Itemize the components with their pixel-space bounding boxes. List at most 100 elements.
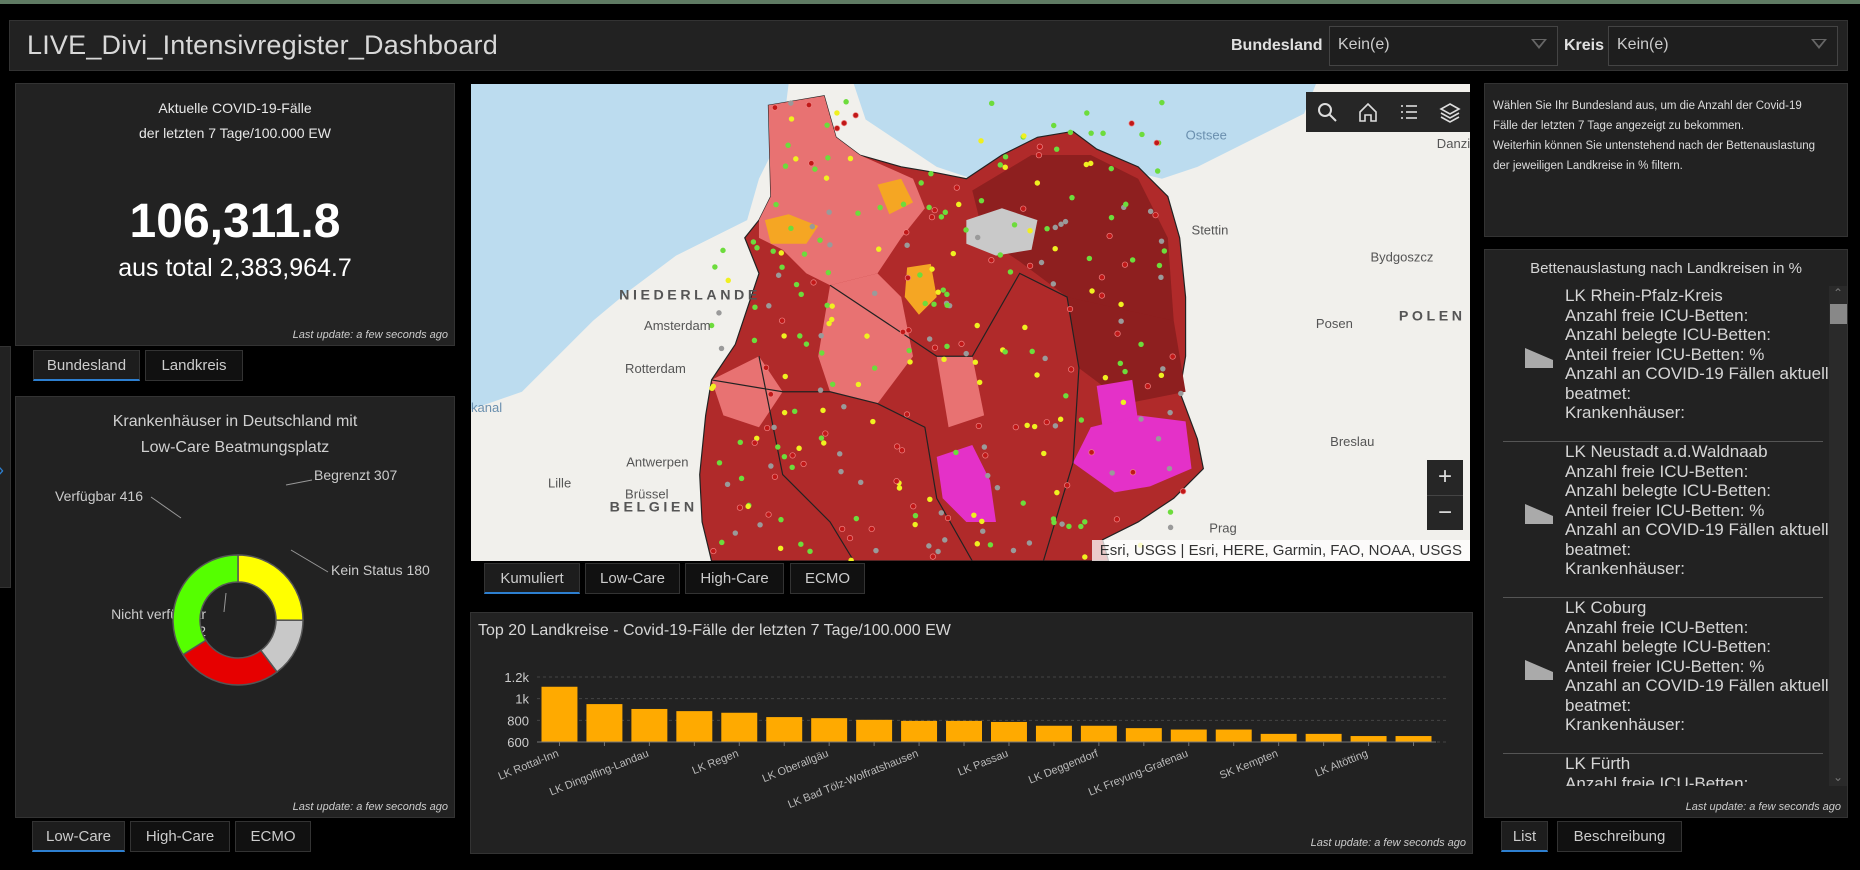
layers-icon[interactable] xyxy=(1438,101,1461,123)
tab-low-care[interactable]: Low-Care xyxy=(585,563,680,594)
kreis-select[interactable]: Kein(e) xyxy=(1608,26,1838,66)
zoom-out-button[interactable]: − xyxy=(1427,495,1463,530)
hospital-point xyxy=(720,247,726,254)
hospital-point xyxy=(953,184,960,191)
scroll-down-icon[interactable]: ⌄ xyxy=(1833,770,1843,784)
tab-kumuliert[interactable]: Kumuliert xyxy=(484,563,580,594)
tab-low-care[interactable]: Low-Care xyxy=(32,821,125,852)
donut-slice-begrenzt[interactable] xyxy=(237,554,304,622)
tab-high-care[interactable]: High-Care xyxy=(130,821,230,852)
map-label: kanal xyxy=(471,400,502,415)
map-view[interactable]: Ostsee Danzig Stettin Bydgoszcz Amsterda… xyxy=(471,84,1470,561)
hospital-point xyxy=(877,204,883,211)
info-line: Weiterhin können Sie untenstehend nach d… xyxy=(1493,140,1816,152)
hospital-point xyxy=(868,525,875,533)
bar[interactable] xyxy=(1395,736,1432,742)
last-update: Last update: a few seconds ago xyxy=(292,329,448,341)
bar[interactable] xyxy=(946,720,983,742)
hospital-point xyxy=(781,453,788,460)
bar[interactable] xyxy=(766,717,803,742)
tab-landkreis[interactable]: Landkreis xyxy=(145,350,243,381)
leader-line xyxy=(290,549,329,573)
bar[interactable] xyxy=(631,708,668,742)
bar[interactable] xyxy=(856,719,893,742)
bar[interactable] xyxy=(1125,728,1162,742)
hospital-point xyxy=(829,303,835,309)
hospital-point xyxy=(1121,261,1129,268)
legend-icon[interactable] xyxy=(1398,101,1420,123)
list-item[interactable]: LK Rhein-Pfalz-Kreis Anzahl freie ICU-Bet… xyxy=(1503,286,1829,442)
tab-ecmo[interactable]: ECMO xyxy=(235,821,311,852)
bundesland-select[interactable]: Kein(e) xyxy=(1329,26,1558,66)
hospital-point xyxy=(982,452,989,459)
bar[interactable] xyxy=(990,721,1027,742)
scrollbar-thumb[interactable] xyxy=(1830,304,1847,324)
y-tick-label: 1k xyxy=(515,692,529,707)
bundesland-label: Bundesland xyxy=(1231,37,1323,54)
tab-high-care[interactable]: High-Care xyxy=(685,563,784,594)
bar[interactable] xyxy=(586,704,623,742)
donut-slice-verfügbar[interactable] xyxy=(172,554,239,656)
list-item[interactable]: LK Coburg Anzahl freie ICU-Betten: Anzahl … xyxy=(1503,598,1829,754)
zoom-in-button[interactable]: + xyxy=(1427,460,1463,495)
info-line: Wählen Sie Ihr Bundesland aus, um die An… xyxy=(1493,100,1802,112)
bar[interactable] xyxy=(1215,729,1252,742)
map-label: Antwerpen xyxy=(626,454,688,469)
hospital-point xyxy=(1042,355,1048,362)
map-label: Rotterdam xyxy=(625,361,686,376)
list-item[interactable]: LK FürthAnzahl freie ICU-Betten:Anzahl b… xyxy=(1503,754,1823,786)
feature-symbol-icon xyxy=(1525,660,1553,680)
hospital-point xyxy=(1156,262,1163,269)
feature-symbol-icon xyxy=(1525,504,1553,524)
home-icon[interactable] xyxy=(1357,101,1379,123)
bar[interactable] xyxy=(1350,736,1387,742)
cases-total: aus total 2,383,964.7 xyxy=(118,254,352,282)
y-tick-label: 600 xyxy=(507,735,529,750)
bar[interactable] xyxy=(901,720,938,742)
bar[interactable] xyxy=(541,686,578,742)
zoom-controls: + − xyxy=(1427,460,1463,530)
expand-chevron-icon[interactable]: › xyxy=(0,460,4,481)
hospital-point xyxy=(926,543,932,549)
hospital-point xyxy=(829,381,836,388)
tab-bundesland[interactable]: Bundesland xyxy=(33,350,140,381)
bar[interactable] xyxy=(1080,725,1117,742)
hospital-point xyxy=(1129,257,1136,263)
x-tick-label: LK Regen xyxy=(691,748,741,777)
hospital-point xyxy=(899,328,906,336)
tab-beschreibung[interactable]: Beschreibung xyxy=(1557,821,1682,852)
hospital-point xyxy=(975,422,982,430)
hospital-point xyxy=(809,223,816,230)
search-icon[interactable] xyxy=(1316,101,1338,123)
x-tick-label: LK Passau xyxy=(956,748,1010,779)
bar[interactable] xyxy=(1260,733,1297,742)
bar[interactable] xyxy=(1035,725,1072,742)
list-item-field: Anzahl an COVID-19 Fällen aktuell xyxy=(1565,520,1829,539)
tab-ecmo[interactable]: ECMO xyxy=(790,563,865,594)
top20-bar-chart-panel: Top 20 Landkreise - Covid-19-Fälle der l… xyxy=(470,612,1473,854)
hospital-point xyxy=(912,521,918,528)
donut-slice-nicht-verfügbar[interactable] xyxy=(181,639,279,686)
list-item-field: Anteil freier ICU-Betten: % xyxy=(1565,500,1765,520)
list-item[interactable]: LK Neustadt a.d.Waldnaab Anzahl freie ICU… xyxy=(1503,442,1829,598)
hospital-point xyxy=(1098,274,1105,281)
hospital-point xyxy=(853,515,860,522)
beds-list[interactable]: LK Rhein-Pfalz-Kreis Anzahl freie ICU-Bet… xyxy=(1485,286,1831,786)
tab-list[interactable]: List xyxy=(1501,821,1548,852)
hospital-point xyxy=(1088,160,1094,167)
bar[interactable] xyxy=(676,711,713,742)
hospital-point xyxy=(812,166,818,172)
hospital-point xyxy=(940,287,946,293)
bar[interactable] xyxy=(1305,733,1342,742)
hospital-point xyxy=(935,548,941,555)
hospital-point xyxy=(797,333,803,339)
bar[interactable] xyxy=(1170,729,1207,742)
germany-choropleth-map[interactable]: Ostsee Danzig Stettin Bydgoszcz Amsterda… xyxy=(471,84,1470,561)
bar[interactable] xyxy=(721,712,758,742)
bar[interactable] xyxy=(811,718,848,742)
list-scrollbar[interactable]: ⌃ ⌄ xyxy=(1829,286,1847,786)
hospital-point xyxy=(801,251,808,257)
hospital-point xyxy=(893,478,900,485)
hospital-point xyxy=(871,365,878,371)
scroll-up-icon[interactable]: ⌃ xyxy=(1833,286,1843,300)
